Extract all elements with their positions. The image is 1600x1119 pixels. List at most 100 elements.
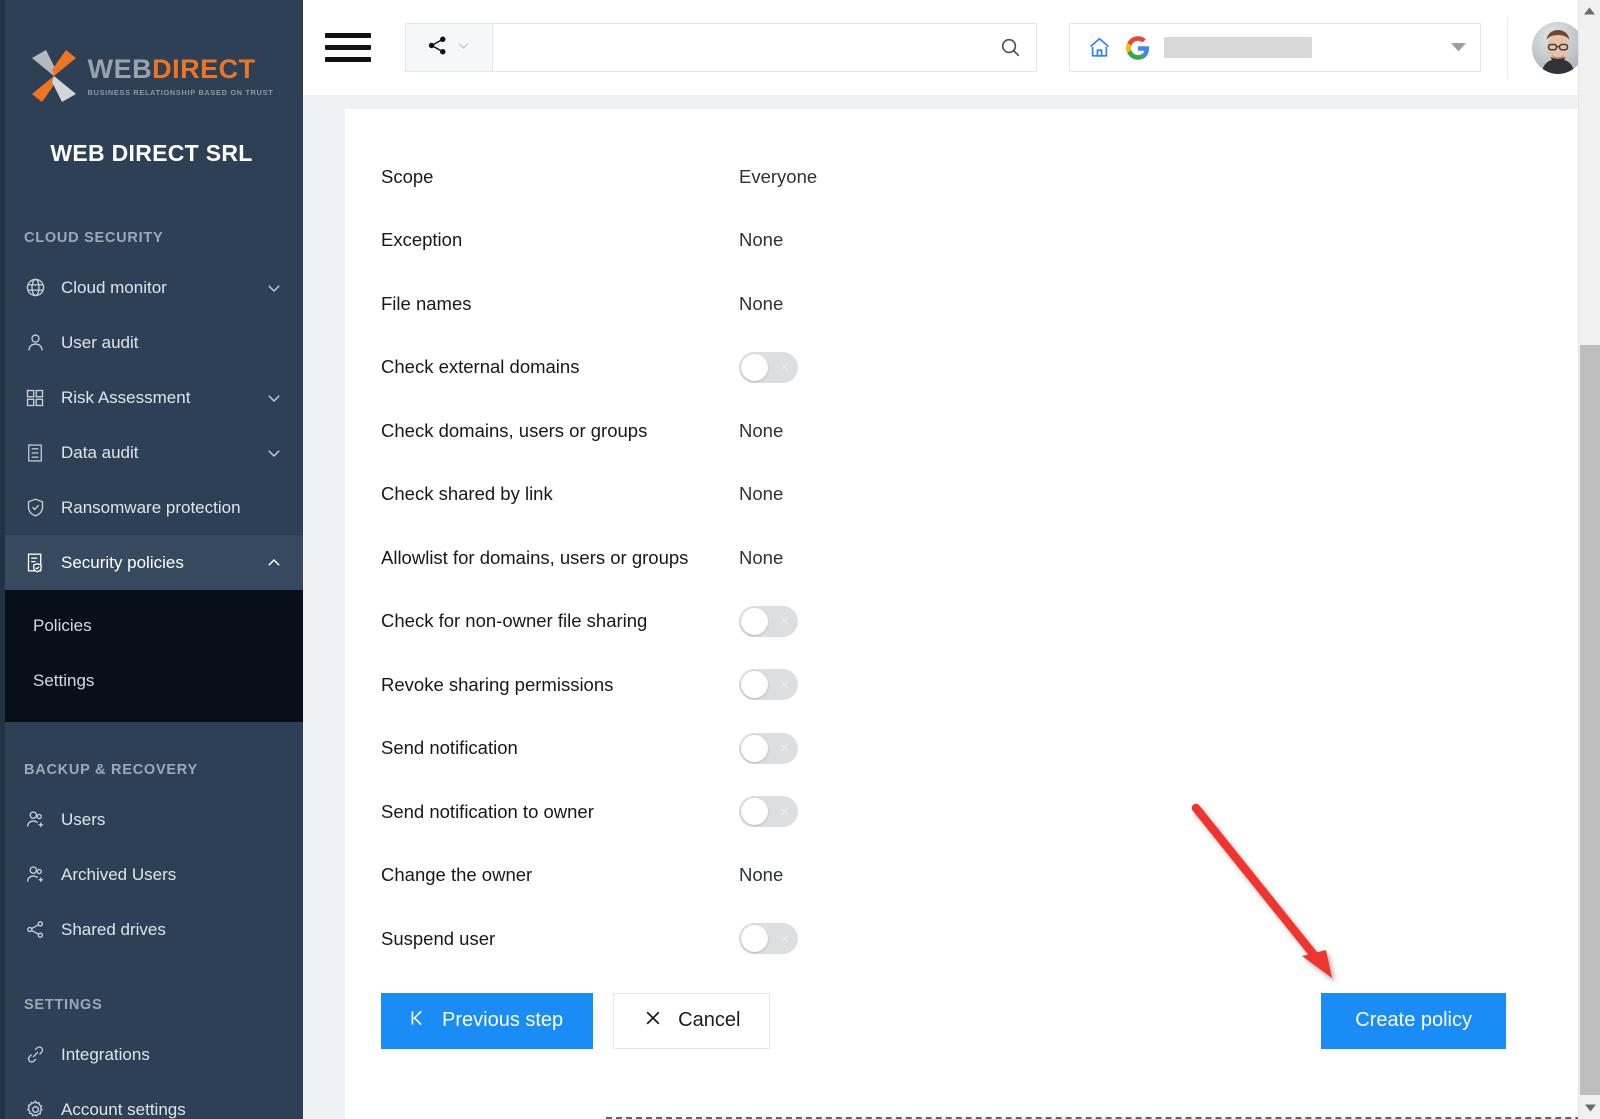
sidebar-item-label: Shared drives — [61, 920, 283, 940]
table-row: Check domains, users or groups None — [381, 399, 1534, 463]
sidebar-item-cloud-monitor[interactable]: Cloud monitor — [0, 260, 303, 315]
toggle-check-non-owner-file-sharing[interactable]: × — [739, 606, 798, 637]
close-x-icon: × — [780, 677, 789, 692]
table-row: Suspend user × — [381, 907, 1534, 971]
toggle-knob — [741, 735, 768, 762]
sidebar-item-security-policies[interactable]: Security policies — [0, 535, 303, 590]
table-row: Send notification to owner × — [381, 780, 1534, 844]
table-row: Send notification × — [381, 717, 1534, 781]
previous-step-label: Previous step — [442, 1009, 563, 1032]
toggle-knob — [741, 354, 768, 381]
chevron-up-icon — [265, 554, 283, 572]
hamburger-icon[interactable] — [325, 31, 371, 65]
scrollbar-up-arrow[interactable] — [1579, 0, 1600, 22]
sidebar-item-label: Ransomware protection — [61, 498, 283, 518]
sidebar-left-edge — [0, 0, 5, 1119]
avatar — [1532, 22, 1584, 74]
row-label: Revoke sharing permissions — [381, 674, 739, 696]
table-row: Change the owner None — [381, 844, 1534, 908]
sidebar-item-label: Cloud monitor — [61, 278, 265, 298]
sidebar-item-shared-drives[interactable]: Shared drives — [0, 902, 303, 957]
sidebar-item-users[interactable]: Users — [0, 792, 303, 847]
sidebar-item-integrations[interactable]: Integrations — [0, 1027, 303, 1082]
toggle-revoke-sharing-permissions[interactable]: × — [739, 669, 798, 700]
table-row: File names None — [381, 272, 1534, 336]
close-x-icon — [643, 1008, 663, 1034]
sidebar-subitem-settings[interactable]: Settings — [0, 653, 303, 708]
logo-word-web: WEB — [88, 54, 153, 84]
row-label: Check external domains — [381, 356, 739, 378]
scrollbar-thumb[interactable] — [1580, 345, 1600, 1095]
brand-block: WEBDIRECT BUSINESS RELATIONSHIP BASED ON… — [0, 0, 303, 167]
database-icon — [24, 442, 46, 464]
top-bar — [303, 0, 1600, 95]
sidebar-item-ransomware-protection[interactable]: Ransomware protection — [0, 480, 303, 535]
sidebar-subitem-label: Settings — [33, 671, 94, 691]
google-g-icon — [1126, 36, 1150, 60]
content-scroll-area: Scope Everyone Exception None File names… — [303, 95, 1600, 1119]
logo-tagline: BUSINESS RELATIONSHIP BASED ON TRUST — [88, 88, 274, 97]
sidebar-item-data-audit[interactable]: Data audit — [0, 425, 303, 480]
share-scope-dropdown-button[interactable] — [405, 23, 493, 72]
scrollbar-down-arrow[interactable] — [1579, 1097, 1600, 1119]
main-region: Scope Everyone Exception None File names… — [303, 0, 1600, 1119]
row-label: Check domains, users or groups — [381, 420, 739, 442]
chevron-down-icon — [265, 389, 283, 407]
row-value: None — [739, 547, 783, 569]
sidebar-section-title-cloud-security: CLOUD SECURITY — [0, 230, 303, 246]
chevron-down-icon — [265, 444, 283, 462]
toggle-knob — [741, 671, 768, 698]
sidebar-submenu-security-policies: Policies Settings — [0, 590, 303, 722]
organization-name: WEB DIRECT SRL — [0, 140, 303, 167]
sidebar-item-risk-assessment[interactable]: Risk Assessment — [0, 370, 303, 425]
share-nodes-icon — [24, 919, 46, 941]
close-x-icon: × — [780, 741, 789, 756]
row-label: File names — [381, 293, 739, 315]
cancel-label: Cancel — [678, 1009, 740, 1032]
chevron-left-bar-icon — [407, 1008, 427, 1034]
row-value: None — [739, 293, 783, 315]
pinwheel-logo-icon — [30, 48, 78, 104]
account-selector[interactable] — [1069, 23, 1481, 72]
sidebar-item-account-settings[interactable]: Account settings — [0, 1082, 303, 1119]
toggle-send-notification-to-owner[interactable]: × — [739, 796, 798, 827]
shield-check-icon — [24, 497, 46, 519]
sidebar-nav: CLOUD SECURITY Cloud monitor — [0, 230, 303, 1119]
sidebar-item-label: Integrations — [61, 1045, 283, 1065]
close-x-icon: × — [780, 804, 789, 819]
create-policy-label: Create policy — [1355, 1009, 1472, 1032]
row-value: Everyone — [739, 166, 817, 188]
sidebar-item-label: Account settings — [61, 1100, 283, 1119]
toggle-knob — [741, 925, 768, 952]
toggle-send-notification[interactable]: × — [739, 733, 798, 764]
globe-icon — [24, 277, 46, 299]
gear-icon — [24, 1099, 46, 1119]
table-row: Scope Everyone — [381, 145, 1534, 209]
sidebar-item-archived-users[interactable]: Archived Users — [0, 847, 303, 902]
sidebar-subitem-policies[interactable]: Policies — [0, 598, 303, 653]
search-input[interactable] — [509, 39, 999, 56]
cancel-button[interactable]: Cancel — [613, 993, 770, 1049]
sidebar-item-label: Data audit — [61, 443, 265, 463]
sidebar-item-user-audit[interactable]: User audit — [0, 315, 303, 370]
sidebar-item-label: Security policies — [61, 553, 265, 573]
chevron-down-icon — [265, 279, 283, 297]
sidebar-item-label: Risk Assessment — [61, 388, 265, 408]
topbar-divider — [1507, 18, 1508, 78]
toggle-suspend-user[interactable]: × — [739, 923, 798, 954]
account-name-redacted — [1164, 37, 1312, 58]
logo-word-direct: DIRECT — [152, 54, 256, 84]
table-row: Allowlist for domains, users or groups N… — [381, 526, 1534, 590]
caret-down-icon[interactable] — [1451, 39, 1466, 57]
sidebar: WEBDIRECT BUSINESS RELATIONSHIP BASED ON… — [0, 0, 303, 1119]
policy-summary-card: Scope Everyone Exception None File names… — [345, 109, 1578, 1119]
previous-step-button[interactable]: Previous step — [381, 993, 593, 1049]
search-icon[interactable] — [999, 36, 1022, 59]
vertical-scrollbar[interactable] — [1578, 0, 1600, 1119]
share-nodes-icon — [426, 34, 449, 62]
create-policy-button[interactable]: Create policy — [1321, 993, 1506, 1049]
toggle-check-external-domains[interactable]: × — [739, 352, 798, 383]
users-add-icon — [24, 809, 46, 831]
close-x-icon: × — [780, 614, 789, 629]
toggle-knob — [741, 798, 768, 825]
